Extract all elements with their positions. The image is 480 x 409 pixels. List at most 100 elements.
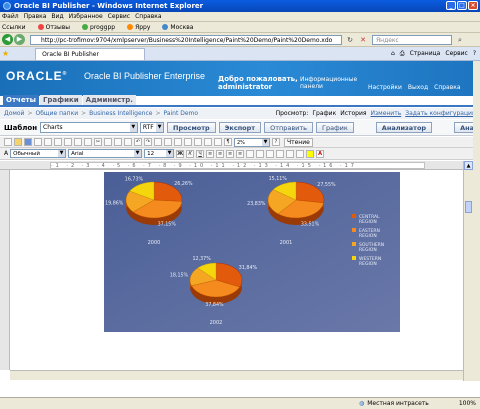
horizontal-scrollbar[interactable] — [10, 370, 463, 380]
menu-file[interactable]: Файл — [2, 13, 19, 20]
browser-tab[interactable]: Oracle BI Publisher — [35, 47, 146, 60]
menu-view[interactable]: Вид — [51, 13, 63, 20]
increase-indent-icon[interactable] — [286, 149, 295, 158]
excel-icon[interactable] — [184, 138, 192, 146]
preview-button[interactable]: Просмотр — [167, 122, 216, 133]
print-preview-icon[interactable] — [64, 138, 72, 146]
drawing-icon[interactable] — [204, 138, 212, 146]
new-icon[interactable] — [4, 138, 12, 146]
align-left-icon[interactable]: ≡ — [206, 149, 215, 158]
breadcrumb-paint-demo[interactable]: Paint Demo — [163, 110, 198, 117]
bold-icon[interactable]: Ж — [176, 149, 185, 158]
tab-charts[interactable]: Графики — [39, 95, 82, 105]
schedule-button[interactable]: График — [316, 122, 354, 133]
search-icon[interactable]: ⌕ — [455, 35, 465, 45]
research-icon[interactable] — [84, 138, 92, 146]
justify-icon[interactable]: ≡ — [236, 149, 245, 158]
home-icon[interactable]: ⌂ — [391, 50, 395, 58]
style-select[interactable]: Обычный ▼ — [10, 149, 67, 158]
info-panels-link[interactable]: Информационные панели — [300, 76, 357, 90]
link-moscow[interactable]: Москва — [162, 24, 199, 31]
page-menu[interactable]: Страница — [410, 50, 441, 58]
url-field[interactable]: http://pc-trofimov:9704/xmlpserver/Busin… — [30, 34, 342, 45]
help-icon[interactable]: ? — [272, 138, 280, 146]
close-button[interactable]: × — [468, 1, 478, 10]
format-select[interactable]: RTF ▼ — [139, 122, 165, 133]
numbering-icon[interactable] — [256, 149, 265, 158]
bullets-icon[interactable] — [266, 149, 275, 158]
search-input[interactable]: Яндекс — [372, 34, 452, 45]
back-icon[interactable]: ◀ — [2, 34, 13, 45]
font-color-icon[interactable]: A — [316, 149, 325, 158]
open-icon[interactable] — [14, 138, 22, 146]
print-icon[interactable]: ⎙ — [400, 50, 405, 58]
paste-icon[interactable] — [114, 138, 122, 146]
tab-reports[interactable]: Отчеты — [3, 95, 39, 105]
zoom-select[interactable]: 2% ▼ — [234, 137, 270, 147]
font-size-select[interactable]: 12 ▼ — [144, 149, 175, 158]
breadcrumb-home[interactable]: Домой — [4, 110, 24, 117]
align-center-icon[interactable]: ≡ — [216, 149, 225, 158]
help-icon[interactable]: ? — [473, 50, 476, 58]
spelling-icon[interactable] — [74, 138, 82, 146]
stop-icon[interactable]: ✕ — [358, 35, 368, 45]
tables-icon[interactable] — [164, 138, 172, 146]
vertical-scrollbar[interactable]: ▲ — [463, 161, 473, 381]
view-history[interactable]: История — [340, 110, 366, 117]
columns-icon[interactable] — [194, 138, 202, 146]
underline-icon[interactable]: Ч — [196, 149, 205, 158]
help-link[interactable]: Справка — [434, 84, 460, 91]
favorites-star-icon[interactable]: ★ — [2, 49, 9, 58]
document-map-icon[interactable] — [214, 138, 222, 146]
zoom-level[interactable]: 100% — [459, 400, 476, 407]
link-yaru[interactable]: Ярру — [127, 24, 156, 31]
slice-label: 18,15% — [170, 273, 189, 279]
show-hide-icon[interactable]: ¶ — [224, 138, 232, 146]
format-painter-icon[interactable] — [124, 138, 132, 146]
breadcrumb-bi[interactable]: Business Intelligence — [89, 110, 152, 117]
save-icon[interactable] — [24, 138, 32, 146]
logout-link[interactable]: Выход — [408, 84, 428, 91]
breadcrumb-shared[interactable]: Общие папки — [36, 110, 79, 117]
menu-favorites[interactable]: Избранное — [69, 13, 103, 20]
link-feedback[interactable]: Отзывы — [37, 24, 76, 31]
maximize-button[interactable]: □ — [457, 1, 467, 10]
insert-table-icon[interactable] — [174, 138, 182, 146]
redo-icon[interactable]: ↷ — [144, 138, 152, 146]
menu-help[interactable]: Справка — [135, 13, 161, 20]
send-button[interactable]: Отправить — [264, 122, 314, 133]
scroll-up-icon[interactable]: ▲ — [464, 161, 473, 170]
hyperlink-icon[interactable] — [154, 138, 162, 146]
configure-link[interactable]: Задать конфигурацию — [405, 110, 477, 117]
forward-icon[interactable]: ▶ — [14, 34, 25, 45]
styles-icon[interactable]: A — [4, 150, 8, 157]
cut-icon[interactable]: ✂ — [94, 138, 102, 146]
mail-icon[interactable] — [44, 138, 52, 146]
edit-link[interactable]: Изменить — [370, 110, 401, 117]
export-button[interactable]: Экспорт — [218, 122, 262, 133]
analyzer-button[interactable]: Анализатор — [375, 122, 433, 133]
decrease-indent-icon[interactable] — [276, 149, 285, 158]
copy-icon[interactable] — [104, 138, 112, 146]
settings-link[interactable]: Настройки — [368, 84, 402, 91]
align-right-icon[interactable]: ≡ — [226, 149, 235, 158]
menu-edit[interactable]: Правка — [24, 13, 47, 20]
link-proggpp[interactable]: proggpp — [82, 24, 121, 31]
permission-icon[interactable] — [34, 138, 42, 146]
tools-menu[interactable]: Сервис — [445, 50, 467, 58]
undo-icon[interactable]: ↶ — [134, 138, 142, 146]
border-icon[interactable] — [296, 149, 305, 158]
italic-icon[interactable]: К — [186, 149, 195, 158]
print-icon[interactable] — [54, 138, 62, 146]
reading-button[interactable]: Чтение — [284, 137, 313, 147]
refresh-icon[interactable]: ↻ — [345, 35, 355, 45]
scroll-thumb[interactable] — [465, 201, 472, 213]
minimize-button[interactable]: _ — [446, 1, 456, 10]
template-select[interactable]: Charts ▼ — [40, 122, 138, 133]
line-spacing-icon[interactable] — [246, 149, 255, 158]
tab-admin[interactable]: Администр. — [82, 95, 136, 105]
menu-tools[interactable]: Сервис — [108, 13, 130, 20]
font-select[interactable]: Arial ▼ — [68, 149, 143, 158]
highlight-icon[interactable] — [306, 149, 315, 158]
view-chart[interactable]: График — [312, 110, 336, 117]
